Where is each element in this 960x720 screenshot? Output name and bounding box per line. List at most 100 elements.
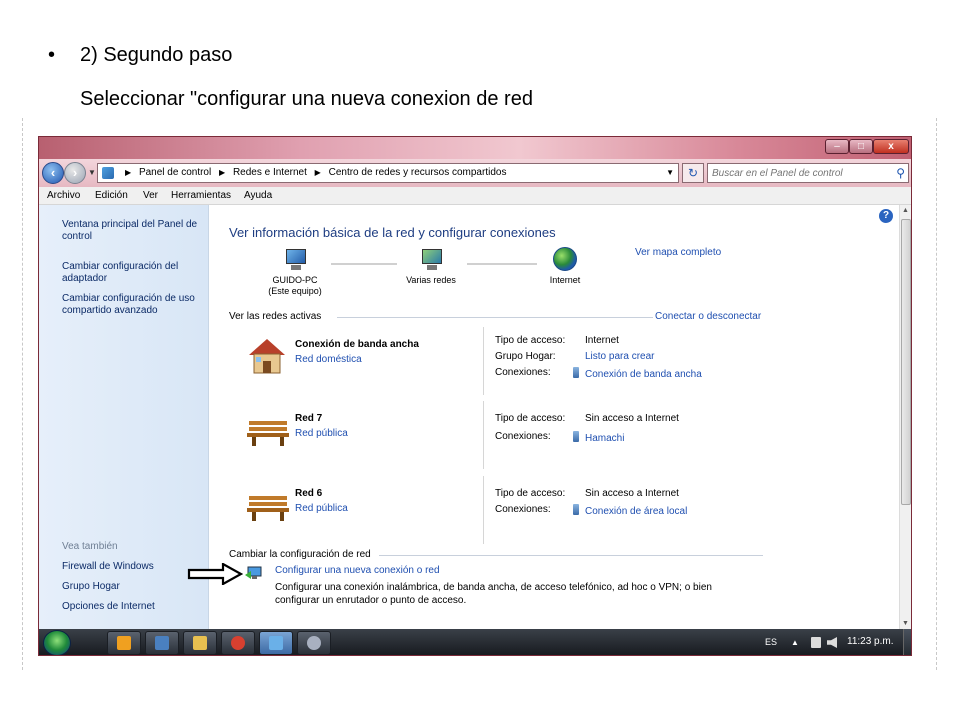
vertical-divider	[483, 401, 484, 469]
network-center-icon	[269, 636, 283, 650]
network-type-link[interactable]: Red pública	[295, 503, 348, 514]
volume-icon[interactable]	[827, 637, 837, 648]
vertical-divider	[483, 327, 484, 395]
slide-guide-left	[22, 118, 23, 670]
connection-plug-icon	[573, 504, 579, 515]
network-tray-icon[interactable]	[811, 637, 821, 648]
taskbar-browser[interactable]	[221, 631, 255, 655]
tray-expand-icon[interactable]: ▲	[791, 638, 799, 647]
navigation-row: ‹ › ▼ ▶ Panel de control ▶ Redes e Inter…	[39, 159, 911, 187]
connection-link-label: Hamachi	[585, 433, 625, 444]
window-screenshot: – □ x ‹ › ▼ ▶ Panel de control ▶ Redes e…	[38, 136, 912, 656]
vertical-scrollbar[interactable]: ▲ ▼	[899, 205, 911, 629]
language-indicator[interactable]: ES	[765, 637, 777, 647]
menu-herramientas[interactable]: Herramientas	[171, 190, 231, 201]
change-settings-header: Cambiar la configuración de red	[229, 549, 371, 560]
network-name: Conexión de banda ancha	[295, 339, 419, 350]
breadcrumb-separator-icon[interactable]: ▶	[315, 168, 321, 177]
section-divider	[379, 555, 763, 556]
breadcrumb-item-centro[interactable]: Centro de redes y recursos compartidos	[329, 167, 507, 178]
setup-new-connection-link[interactable]: Configurar una nueva conexión o red	[275, 565, 440, 576]
connection-link[interactable]: Hamachi	[573, 431, 624, 444]
public-network-bench-icon	[247, 496, 289, 521]
prop-label: Conexiones:	[495, 431, 551, 442]
folder-icon	[193, 636, 207, 650]
breadcrumb: ▶ Panel de control ▶ Redes e Internet ▶ …	[120, 167, 506, 178]
recent-pages-chevron-icon[interactable]: ▼	[88, 168, 96, 177]
gauge-icon	[307, 636, 321, 650]
sidebar-link-firewall[interactable]: Firewall de Windows	[62, 561, 204, 573]
home-network-icon	[249, 339, 285, 374]
minimize-button[interactable]: –	[825, 139, 849, 154]
map-node-sublabel: (Este equipo)	[268, 286, 322, 296]
start-button[interactable]	[43, 630, 71, 655]
maximize-button[interactable]: □	[849, 139, 873, 154]
active-networks-header: Ver las redes activas	[229, 311, 322, 322]
section-divider	[337, 317, 653, 318]
multiple-networks-icon	[418, 249, 444, 271]
connection-plug-icon	[573, 367, 579, 378]
new-connection-icon	[245, 566, 262, 579]
connection-link[interactable]: Conexión de banda ancha	[573, 367, 702, 380]
scrollbar-thumb[interactable]	[901, 219, 911, 505]
media-player-icon	[117, 636, 131, 650]
taskbar-tool[interactable]	[297, 631, 331, 655]
taskbar-explorer[interactable]	[183, 631, 217, 655]
search-box[interactable]: ⚲	[707, 163, 909, 183]
homegroup-link[interactable]: Listo para crear	[585, 351, 654, 362]
prop-label: Grupo Hogar:	[495, 351, 556, 362]
prop-label: Tipo de acceso:	[495, 413, 566, 424]
browser-icon	[231, 636, 245, 650]
breadcrumb-item-redes[interactable]: Redes e Internet	[233, 167, 307, 178]
search-input[interactable]	[712, 166, 888, 180]
close-button[interactable]: x	[873, 139, 909, 154]
back-button[interactable]: ‹	[42, 162, 64, 184]
breadcrumb-item-panel[interactable]: Panel de control	[139, 167, 211, 178]
address-bar[interactable]: ▶ Panel de control ▶ Redes e Internet ▶ …	[97, 163, 679, 183]
menu-archivo[interactable]: Archivo	[47, 190, 80, 201]
sidebar-link-panel[interactable]: Ventana principal del Panel de control	[62, 219, 204, 243]
clock[interactable]: 11:23 p.m.	[847, 636, 894, 647]
sidebar-link-internet-options[interactable]: Opciones de Internet	[62, 601, 204, 613]
prop-value: Internet	[585, 335, 619, 346]
menu-ver[interactable]: Ver	[143, 190, 158, 201]
search-icon[interactable]: ⚲	[896, 166, 905, 180]
network-entry: Red 7 Red pública Tipo de acceso: Sin ac…	[229, 401, 725, 469]
taskbar-people[interactable]	[145, 631, 179, 655]
view-full-map-link[interactable]: Ver mapa completo	[635, 247, 721, 258]
prop-label: Conexiones:	[495, 504, 551, 515]
breadcrumb-separator-icon[interactable]: ▶	[125, 168, 131, 177]
network-type-link[interactable]: Red doméstica	[295, 354, 362, 365]
setup-new-connection-description: Configurar una conexión inalámbrica, de …	[275, 582, 712, 606]
scroll-down-icon[interactable]: ▼	[902, 620, 909, 627]
map-node-networks: Varias redes	[393, 249, 469, 286]
sidebar-link-sharing[interactable]: Cambiar configuración de uso compartido …	[62, 293, 204, 317]
slide-title-text: 2) Segundo paso	[80, 44, 233, 66]
sidebar-link-homegroup[interactable]: Grupo Hogar	[62, 581, 204, 593]
connection-link[interactable]: Conexión de área local	[573, 504, 687, 517]
help-icon[interactable]: ?	[879, 209, 893, 223]
see-also-label: Vea también	[62, 541, 118, 552]
breadcrumb-separator-icon[interactable]: ▶	[219, 168, 225, 177]
show-desktop-button[interactable]	[903, 629, 911, 655]
menu-ayuda[interactable]: Ayuda	[244, 190, 272, 201]
prop-value: Sin acceso a Internet	[585, 413, 679, 424]
sidebar-link-adapter[interactable]: Cambiar configuración del adaptador	[62, 261, 204, 285]
pointer-arrow-icon	[187, 563, 243, 585]
taskbar-control-panel[interactable]	[259, 631, 293, 655]
taskbar: ES ▲ 11:23 p.m.	[39, 629, 911, 655]
public-network-bench-icon	[247, 421, 289, 446]
address-dropdown-icon[interactable]: ▼	[666, 168, 674, 177]
connect-disconnect-link[interactable]: Conectar o desconectar	[655, 311, 761, 322]
menu-edicion[interactable]: Edición	[95, 190, 128, 201]
scroll-up-icon[interactable]: ▲	[902, 207, 909, 214]
network-name: Red 7	[295, 413, 323, 424]
prop-label: Tipo de acceso:	[495, 488, 566, 499]
network-name: Red 6	[295, 488, 323, 499]
refresh-button[interactable]: ↻	[682, 163, 704, 183]
network-type-link[interactable]: Red pública	[295, 428, 348, 439]
taskbar-media-player[interactable]	[107, 631, 141, 655]
slide-subtitle: Seleccionar "configurar una nueva conexi…	[80, 88, 533, 110]
map-node-label: Internet	[549, 275, 581, 285]
forward-button[interactable]: ›	[64, 162, 86, 184]
